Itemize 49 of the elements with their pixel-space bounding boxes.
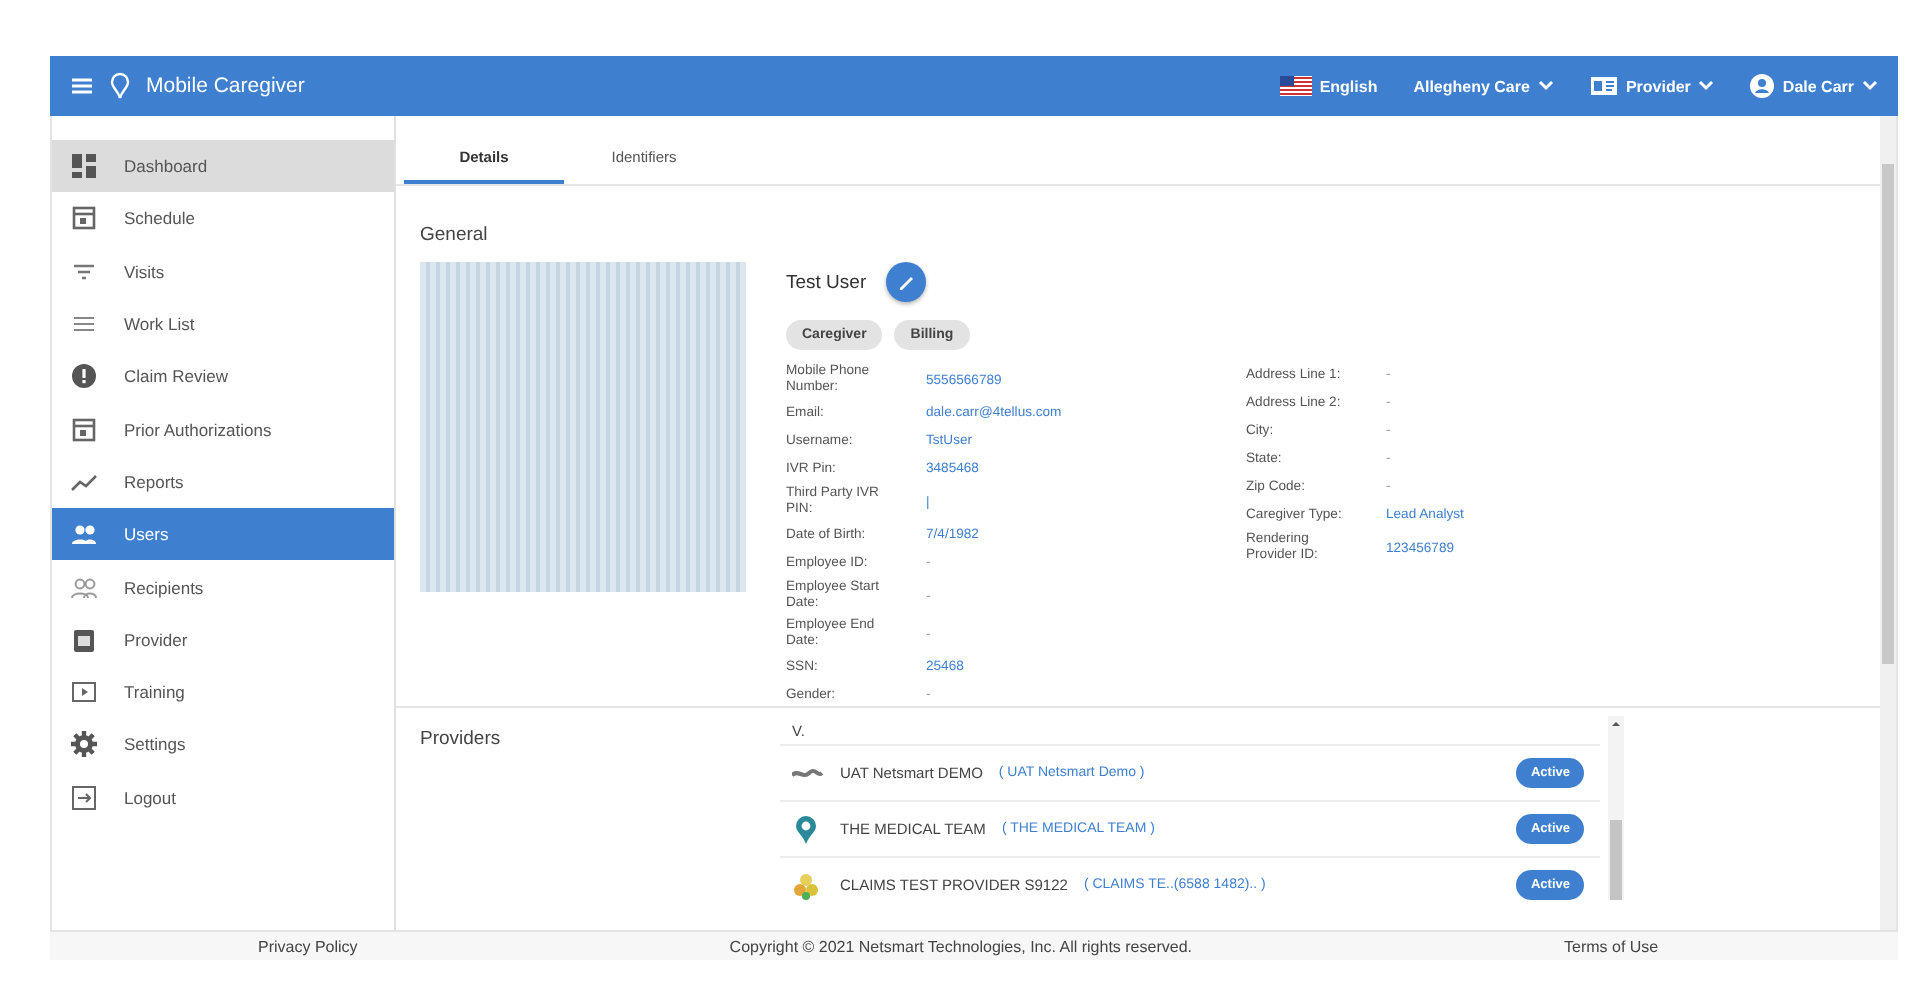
sidebar-item[interactable]: Users (52, 508, 394, 561)
sidebar-item[interactable]: Dashboard (52, 140, 394, 193)
logout-icon (70, 783, 98, 812)
balloons-logo-icon (792, 869, 824, 901)
sidebar-item[interactable]: Provider (52, 613, 394, 666)
copyright-text: Copyright © 2021 Netsmart Technologies, Inc. All rights reserved. (729, 937, 1192, 955)
flag-icon (1279, 76, 1312, 96)
language-selector[interactable]: English (1319, 77, 1378, 95)
scrollbar-thumb[interactable] (1610, 820, 1622, 900)
user-name: Test User (786, 271, 867, 293)
sidebar-item[interactable]: Training (52, 665, 394, 719)
calendar-icon (70, 415, 98, 444)
scroll-up-icon[interactable] (1608, 716, 1624, 732)
section-title: Providers (420, 728, 503, 750)
sidebar-item[interactable]: Prior Authorizations (52, 402, 394, 456)
sidebar-item[interactable]: Work List (52, 297, 394, 351)
app-name: Mobile Caregiver (146, 74, 305, 98)
pin-logo-icon (110, 72, 130, 100)
scribble-logo-icon (792, 766, 824, 780)
caret-icon (1537, 80, 1554, 92)
sidebar-item[interactable]: Logout (52, 771, 394, 824)
sidebar-item[interactable]: Recipients (52, 560, 394, 614)
section-title: General (420, 224, 488, 246)
edit-button[interactable] (886, 262, 927, 302)
account-icon (1750, 74, 1775, 98)
dashboard-icon (70, 152, 98, 181)
user-menu[interactable]: Dale Carr (1782, 77, 1854, 95)
role-selector[interactable]: Provider (1625, 77, 1691, 95)
id-card-icon (1589, 76, 1618, 96)
privacy-policy-link[interactable]: Privacy Policy (258, 937, 358, 955)
sidebar-item[interactable]: Schedule (52, 192, 394, 246)
settings-icon (70, 730, 98, 759)
people-icon (70, 573, 98, 602)
sidebar-item[interactable]: Visits (52, 245, 394, 298)
agency-selector[interactable]: Allegheny Care (1413, 77, 1530, 95)
pencil-icon (896, 272, 917, 292)
clipboard-icon (70, 625, 98, 654)
screen-icon (70, 678, 98, 707)
people-icon (70, 520, 98, 549)
sidebar-item[interactable]: Reports (52, 455, 394, 509)
calendar-icon (70, 204, 98, 233)
sidebar-item[interactable]: Claim Review (52, 350, 394, 403)
alert-icon (70, 362, 98, 391)
terms-of-use-link[interactable]: Terms of Use (1564, 937, 1659, 955)
sidebar-item[interactable]: Settings (52, 718, 394, 772)
menu-icon[interactable] (70, 76, 94, 96)
caret-icon (1698, 80, 1715, 92)
scrollbar-thumb[interactable] (1882, 164, 1894, 664)
caret-icon (1862, 80, 1878, 92)
